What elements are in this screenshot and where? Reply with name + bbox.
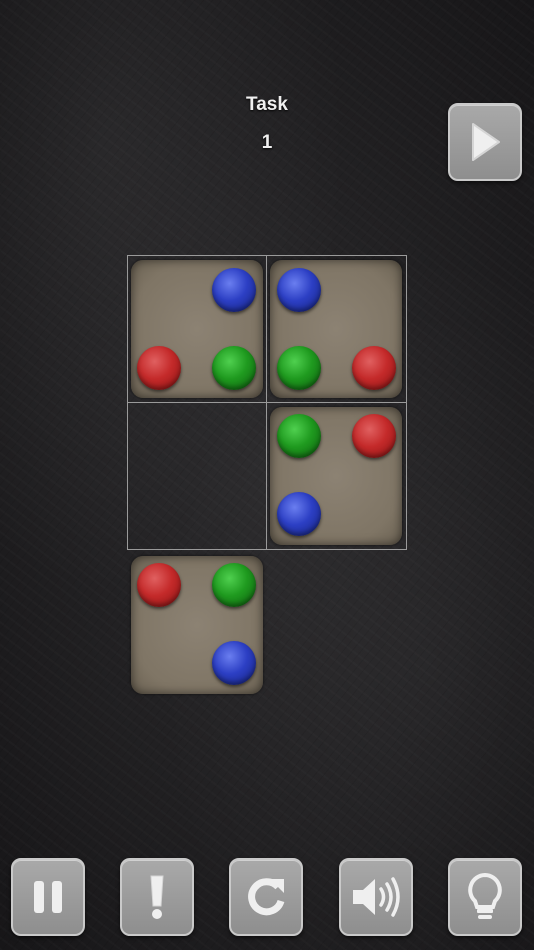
restart-icon: [248, 878, 285, 916]
red-ball: [352, 346, 396, 390]
red-ball: [352, 414, 396, 458]
blue-ball: [277, 268, 321, 312]
red-ball: [137, 346, 181, 390]
play-button[interactable]: [448, 103, 522, 181]
sound-button[interactable]: [339, 858, 413, 936]
spare-tile[interactable]: [131, 556, 263, 694]
board-tile-0-0[interactable]: [131, 260, 263, 398]
green-ball: [277, 346, 321, 390]
pause-icon: [34, 881, 62, 913]
board-tile-0-1[interactable]: [270, 260, 402, 398]
pause-button[interactable]: [11, 858, 85, 936]
board-tile-1-1[interactable]: [270, 407, 402, 545]
hint-info-button[interactable]: [120, 858, 194, 936]
restart-button[interactable]: [229, 858, 303, 936]
play-icon: [472, 123, 500, 161]
blue-ball: [277, 492, 321, 536]
exclamation-icon: [150, 875, 164, 919]
green-ball: [277, 414, 321, 458]
red-ball: [137, 563, 181, 607]
green-ball: [212, 563, 256, 607]
sound-icon: [353, 877, 400, 917]
empty-board-cell[interactable]: [128, 403, 266, 549]
green-ball: [212, 346, 256, 390]
lightbulb-icon: [468, 872, 502, 919]
blue-ball: [212, 268, 256, 312]
blue-ball: [212, 641, 256, 685]
hint-button[interactable]: [448, 858, 522, 936]
